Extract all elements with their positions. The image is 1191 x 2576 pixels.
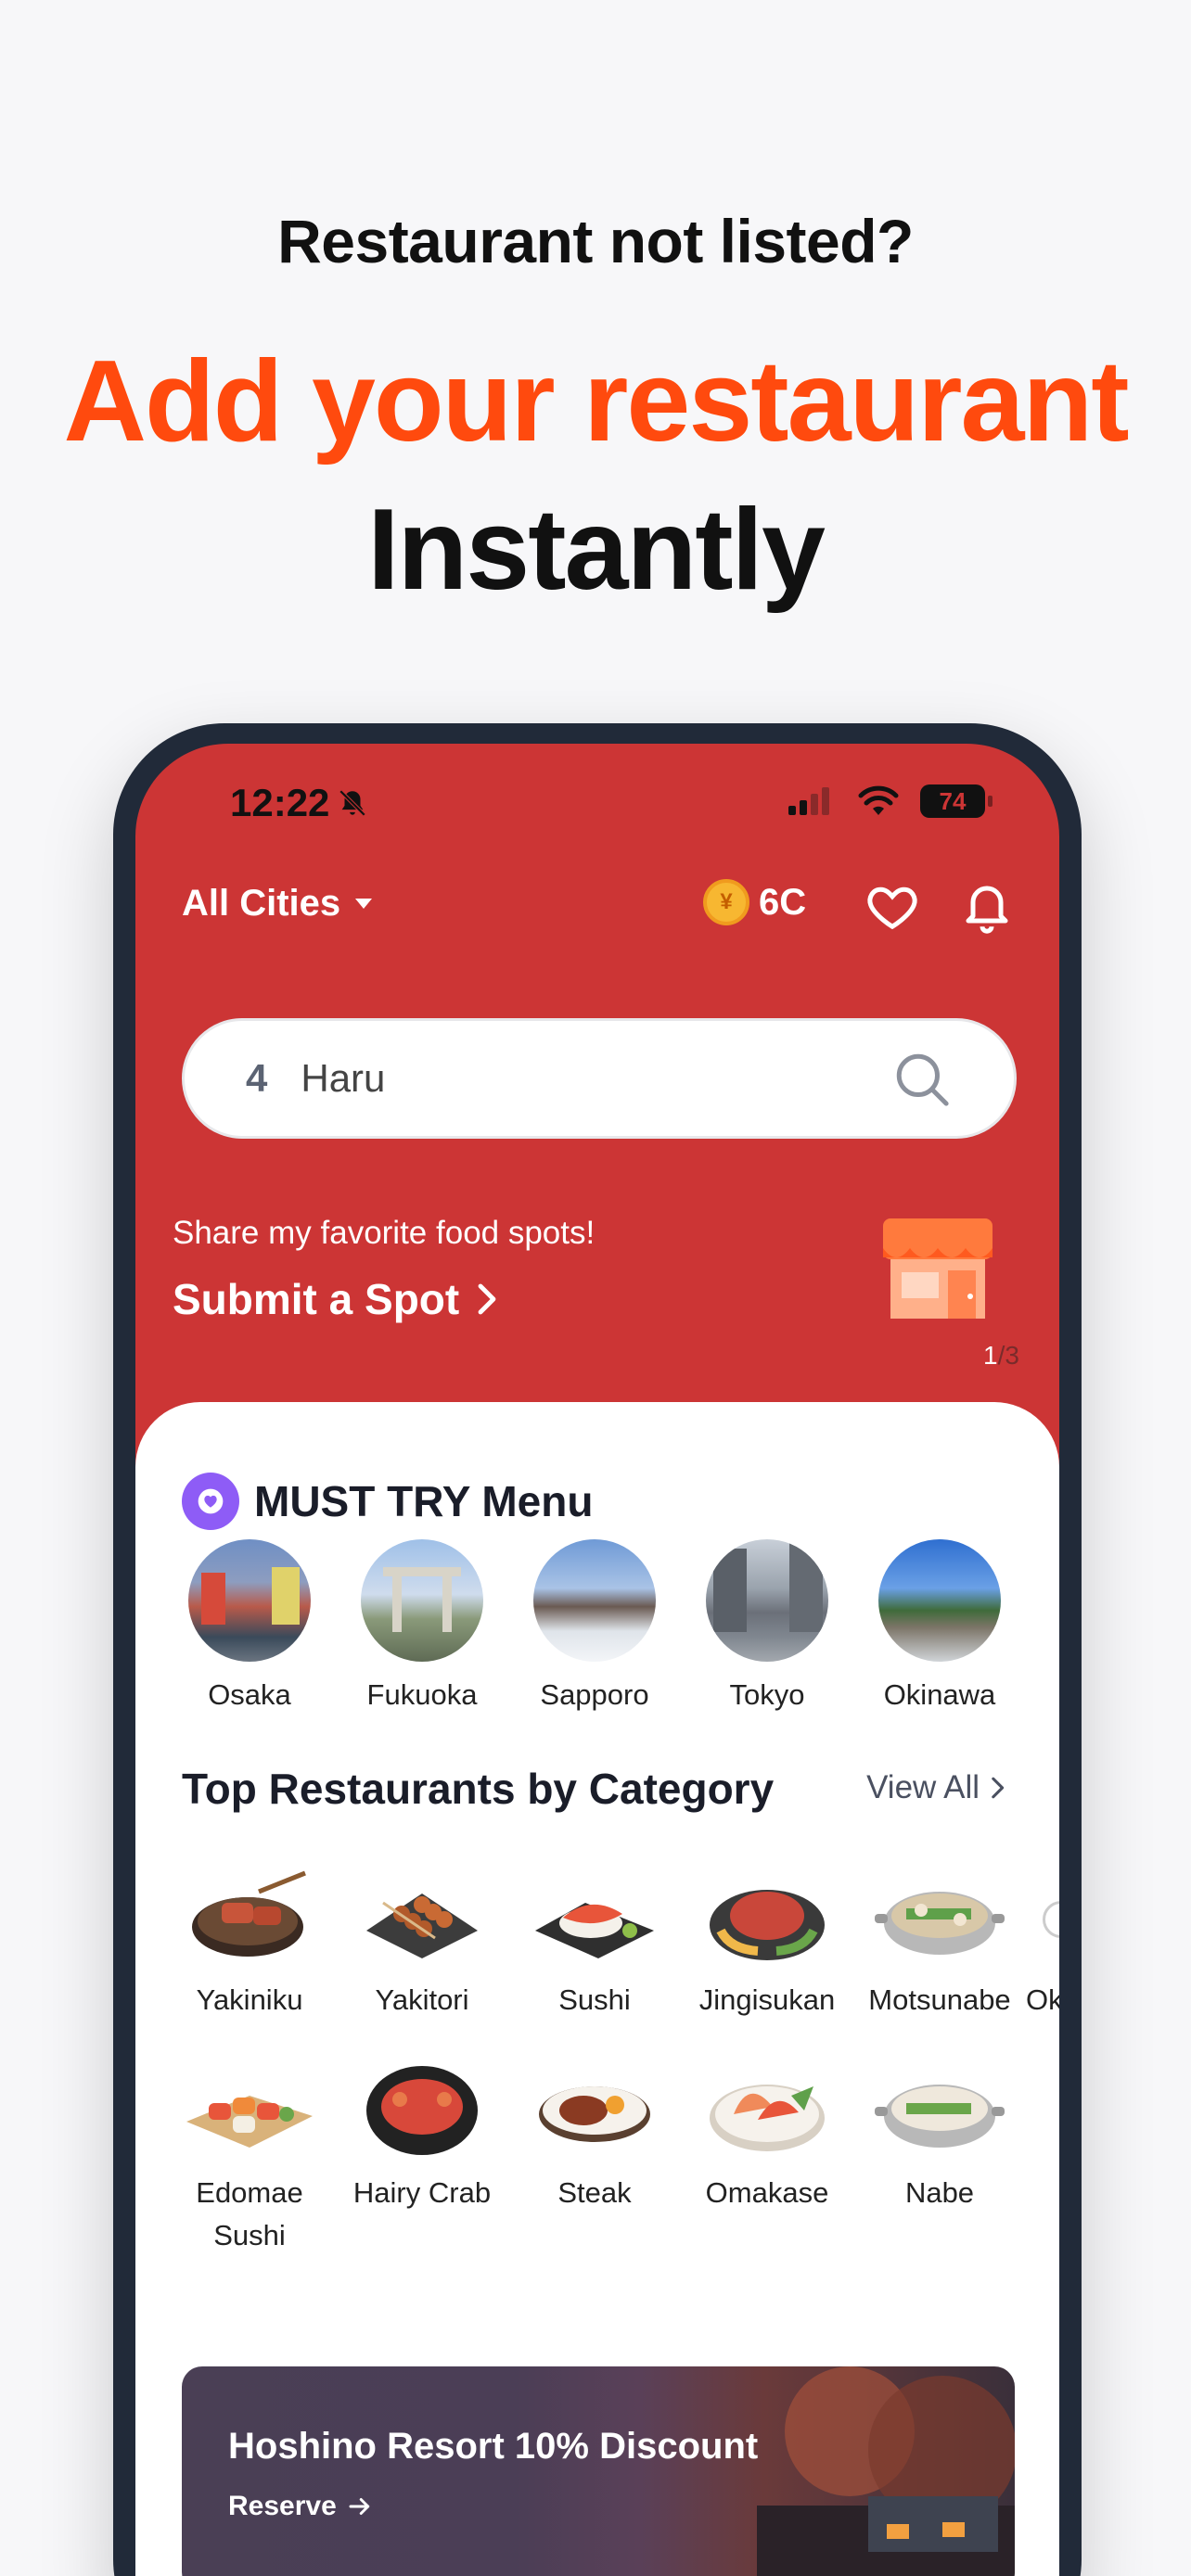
city-item-tokyo[interactable]: Tokyo: [681, 1539, 853, 1712]
category-sushi[interactable]: Sushi: [508, 1866, 681, 2021]
resort-banner[interactable]: Hoshino Resort 10% Discount Reserve: [182, 2366, 1015, 2576]
category-omakase[interactable]: Omakase: [681, 2059, 853, 2257]
edomae-sushi-icon: [186, 2096, 313, 2148]
time-label: 12:22: [230, 781, 330, 824]
city-label: Fukuoka: [366, 1678, 478, 1711]
search-rank: 4: [246, 1056, 268, 1100]
jingisukan-icon: [710, 1890, 825, 1960]
city-list: Osaka Fukuoka Sapporo Tokyo Okinawa: [163, 1539, 1026, 1712]
coin-amount: 6C: [759, 881, 807, 923]
category-label: Motsunabe: [868, 1983, 1011, 2016]
heart-pin-icon: [182, 1473, 239, 1530]
city-selector[interactable]: All Cities: [182, 883, 373, 925]
city-label: Osaka: [208, 1678, 291, 1711]
resort-title: Hoshino Resort 10% Discount: [228, 2426, 759, 2467]
city-item-okinawa[interactable]: Okinawa: [853, 1539, 1026, 1712]
promo-small-heading: Restaurant not listed?: [277, 207, 914, 275]
search-bar[interactable]: 4: [182, 1018, 1017, 1139]
submit-spot-link[interactable]: Submit a Spot: [173, 1274, 500, 1324]
pager-total: /3: [997, 1341, 1019, 1370]
city-item-fukuoka[interactable]: Fukuoka: [336, 1539, 508, 1712]
pager-current: 1: [983, 1341, 998, 1370]
category-row-1: Yakiniku Yakitori Sushi Jingisukan Motsu…: [163, 1866, 1059, 2021]
category-label: Edomae Sushi: [196, 2176, 303, 2251]
nabe-icon: [875, 2085, 1005, 2148]
coin-icon: ¥: [703, 879, 749, 925]
arrow-right-icon: [349, 2498, 370, 2515]
sushi-icon: [535, 1903, 654, 1958]
category-label: Jingisukan: [698, 1983, 836, 2016]
motsunabe-icon: [875, 1892, 1005, 1955]
reserve-link[interactable]: Reserve: [228, 2491, 374, 2522]
category-jingisukan[interactable]: Jingisukan: [681, 1866, 853, 2021]
search-input[interactable]: [301, 1056, 858, 1101]
battery-icon: 74: [920, 784, 992, 818]
must-try-title: MUST TRY Menu: [254, 1477, 594, 1525]
signal-icon: [788, 787, 829, 815]
category-section-title: Top Restaurants by Category: [182, 1765, 775, 1813]
yakiniku-icon: [192, 1870, 306, 1957]
view-all-label: View All: [866, 1769, 980, 1805]
promo-big-heading: Instantly: [367, 486, 826, 614]
category-hairy-crab[interactable]: Hairy Crab: [336, 2059, 508, 2257]
wifi-icon: [858, 785, 899, 815]
omakase-icon: [710, 2085, 825, 2151]
city-label: Sapporo: [540, 1678, 649, 1711]
heart-icon[interactable]: [864, 879, 920, 935]
hairy-crab-icon: [366, 2066, 478, 2155]
city-photo: [878, 1539, 1001, 1662]
city-item-sapporo[interactable]: Sapporo: [508, 1539, 681, 1712]
category-label: Sushi: [558, 1983, 631, 2016]
coin-balance[interactable]: ¥ 6C: [703, 879, 806, 925]
banner-pager: 1/3: [983, 1341, 1019, 1371]
must-try-header: MUST TRY Menu: [182, 1473, 593, 1530]
city-label: Tokyo: [729, 1678, 805, 1711]
category-label: Steak: [557, 2176, 632, 2209]
category-label: Hairy Crab: [352, 2176, 492, 2209]
category-label: Omakase: [705, 2176, 829, 2209]
banner-subtitle: Share my favorite food spots!: [173, 1215, 596, 1251]
submit-spot-label: Submit a Spot: [173, 1275, 460, 1323]
city-selector-label: All Cities: [182, 883, 341, 924]
category-nabe[interactable]: Nabe: [853, 2059, 1026, 2257]
bell-icon[interactable]: [959, 879, 1015, 935]
category-motsunabe[interactable]: Motsunabe: [853, 1866, 1026, 2021]
city-photo: [706, 1539, 828, 1662]
chevron-right-icon: [992, 1777, 1005, 1799]
promo-accent-heading: Add your restaurant: [63, 338, 1129, 465]
yakitori-icon: [366, 1894, 478, 1958]
category-ok-partial[interactable]: Ok: [1026, 1866, 1059, 2021]
reserve-label: Reserve: [228, 2491, 337, 2521]
city-label: Okinawa: [883, 1678, 996, 1711]
category-label: Ok: [1026, 1983, 1059, 2016]
ok-icon: [1026, 1866, 1059, 1968]
category-edomae-sushi[interactable]: Edomae Sushi: [163, 2059, 336, 2257]
category-yakiniku[interactable]: Yakiniku: [163, 1866, 336, 2021]
status-time: 12:22: [230, 781, 368, 825]
category-row-2: Edomae Sushi Hairy Crab Steak Omakase Na…: [163, 2059, 1026, 2257]
city-photo: [188, 1539, 311, 1662]
resort-photo: [757, 2366, 1015, 2576]
storefront-icon: [883, 1218, 992, 1319]
category-label: Nabe: [904, 2176, 975, 2209]
city-photo: [361, 1539, 483, 1662]
category-yakitori[interactable]: Yakitori: [336, 1866, 508, 2021]
caret-down-icon: [355, 899, 373, 909]
city-item-osaka[interactable]: Osaka: [163, 1539, 336, 1712]
category-label: Yakitori: [375, 1983, 469, 2016]
chevron-right-icon: [478, 1283, 496, 1315]
search-icon[interactable]: [891, 1049, 953, 1110]
category-steak[interactable]: Steak: [508, 2059, 681, 2257]
bell-slash-icon: [339, 789, 366, 817]
status-right: 74: [787, 784, 992, 818]
content-sheet: MUST TRY Menu Osaka Fukuoka Sapporo Toky…: [135, 1402, 1059, 2576]
category-label: Yakiniku: [196, 1983, 303, 2016]
phone-screen: 12:22 74 All Cities ¥ 6C 4 Haru Share my…: [135, 744, 1059, 2576]
city-photo: [533, 1539, 656, 1662]
view-all-link[interactable]: View All: [866, 1769, 1005, 1806]
steak-icon: [539, 2086, 650, 2142]
